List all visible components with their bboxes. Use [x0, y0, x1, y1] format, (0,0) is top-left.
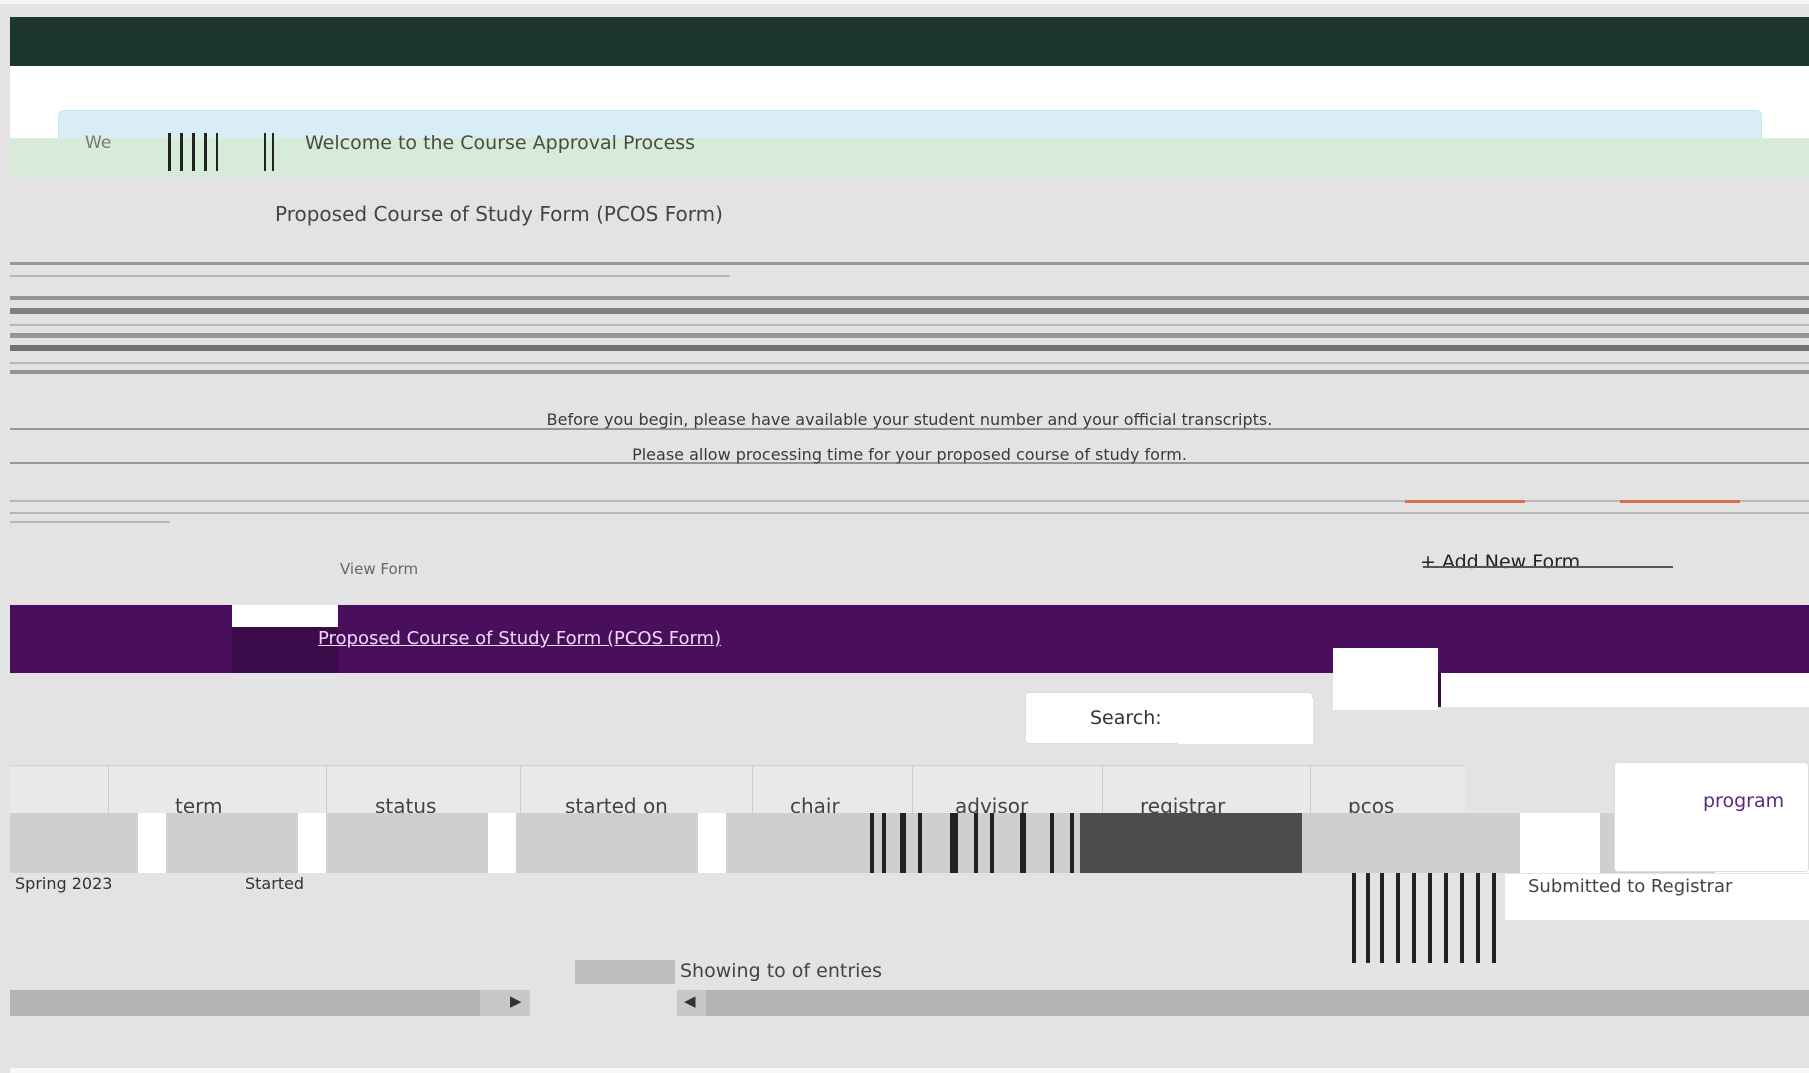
tab-panel-notch [1438, 673, 1809, 707]
text-line [10, 308, 1809, 314]
button-underline [1423, 566, 1673, 568]
text-line [10, 362, 1809, 364]
tab-left[interactable] [10, 605, 232, 673]
program-label[interactable]: program [1703, 790, 1784, 812]
scroll-right-arrow-icon[interactable]: ▶ [510, 992, 522, 1010]
row-term: Spring 2023 [15, 874, 113, 893]
proposal-title: Proposed Course of Study Form (PCOS Form… [275, 202, 723, 226]
pagination-control[interactable] [575, 960, 675, 984]
navbar [10, 17, 1809, 66]
tab-title[interactable]: Proposed Course of Study Form (PCOS Form… [318, 628, 721, 649]
text-line [10, 296, 1809, 300]
row-status: Started [245, 874, 305, 893]
text-line [10, 370, 1809, 374]
text-line [10, 262, 1809, 265]
table-cell [138, 813, 166, 873]
bottom-strip [10, 1068, 1809, 1073]
add-new-form-button[interactable]: + Add New Form [1420, 551, 1580, 573]
status-card-text: Submitted to Registrar [1528, 876, 1733, 897]
column-separator [912, 765, 913, 813]
column-separator [108, 765, 109, 813]
text-line [10, 345, 1809, 351]
program-panel [1614, 762, 1809, 872]
column-separator [752, 765, 753, 813]
column-separator [520, 765, 521, 813]
table-cell-bars [870, 813, 1080, 873]
accent-line [1405, 500, 1525, 503]
search-label: Search: [1090, 707, 1162, 729]
table-cell [1520, 813, 1600, 873]
welcome-short-text: We [85, 133, 112, 153]
column-separator [326, 765, 327, 813]
welcome-message: Welcome to the Course Approval Process [305, 132, 696, 154]
table-info: Showing to of entries [680, 960, 883, 982]
text-line [10, 275, 730, 277]
tab-gap [232, 605, 338, 627]
tab-panel-block [1333, 648, 1438, 710]
text-line [10, 333, 1809, 338]
text-line [10, 521, 170, 523]
row-cell-bars [1352, 873, 1502, 963]
text-line [10, 500, 1809, 502]
accent-line [1620, 500, 1740, 503]
table-cell [488, 813, 516, 873]
table-cell [698, 813, 726, 873]
scrollbar-thumb[interactable] [706, 990, 1809, 1016]
table-header [10, 765, 1465, 813]
column-separator [1310, 765, 1311, 813]
view-form-link[interactable]: View Form [340, 560, 418, 578]
table-cell [298, 813, 326, 873]
text-line [10, 512, 1809, 514]
scroll-left-arrow-icon[interactable]: ◀ [684, 992, 696, 1010]
column-separator [1102, 765, 1103, 813]
scrollbar-thumb[interactable] [10, 990, 480, 1016]
text-line [10, 428, 1809, 430]
search-input[interactable] [1178, 698, 1313, 744]
text-line [10, 462, 1809, 464]
barcode-icon [168, 133, 280, 173]
top-strip [0, 0, 1809, 4]
text-line [10, 324, 1809, 326]
table-cell-highlight [1080, 813, 1302, 873]
instruction-line-1: Before you begin, please have available … [546, 410, 1273, 429]
